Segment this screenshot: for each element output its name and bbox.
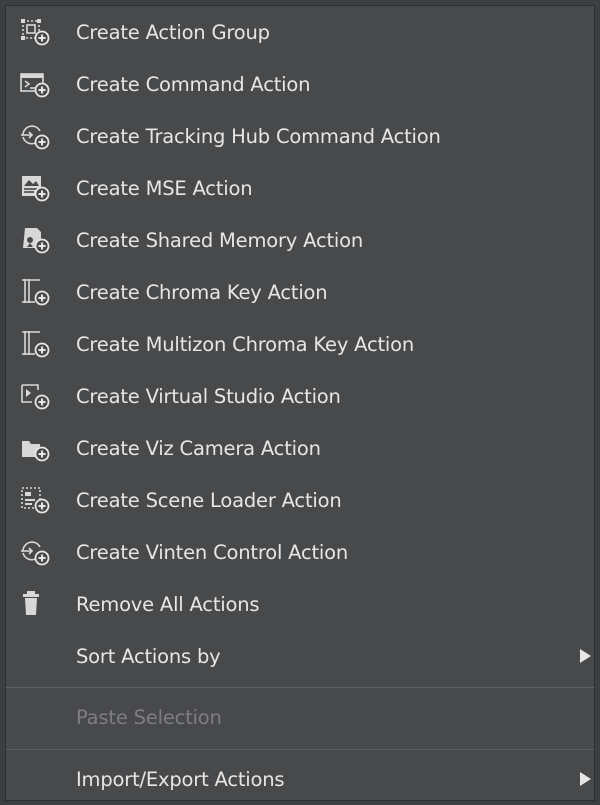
mse-action-icon bbox=[20, 174, 50, 202]
shared-memory-icon bbox=[20, 226, 50, 254]
create-chroma-key-action-item[interactable]: Create Chroma Key Action bbox=[6, 266, 594, 318]
create-action-group-item[interactable]: Create Action Group bbox=[6, 6, 594, 58]
create-multizon-chroma-key-action-item[interactable]: Create Multizon Chroma Key Action bbox=[6, 318, 594, 370]
create-shared-memory-action-item[interactable]: Create Shared Memory Action bbox=[6, 214, 594, 266]
chroma-key-icon bbox=[20, 278, 50, 306]
submenu-arrow-icon bbox=[580, 772, 591, 786]
multizon-chroma-key-icon bbox=[20, 330, 50, 358]
item-label: Create Action Group bbox=[76, 20, 270, 44]
create-command-action-item[interactable]: Create Command Action bbox=[6, 58, 594, 110]
create-vinten-control-action-item[interactable]: Create Vinten Control Action bbox=[6, 526, 594, 578]
import-export-actions-item[interactable]: Import/Export Actions bbox=[6, 753, 594, 805]
scene-loader-icon bbox=[20, 486, 50, 514]
create-viz-camera-action-item[interactable]: Create Viz Camera Action bbox=[6, 422, 594, 474]
trash-icon bbox=[20, 590, 50, 618]
remove-all-actions-item[interactable]: Remove All Actions bbox=[6, 578, 594, 630]
item-label: Paste Selection bbox=[76, 705, 222, 729]
create-scene-loader-action-item[interactable]: Create Scene Loader Action bbox=[6, 474, 594, 526]
item-label: Create Multizon Chroma Key Action bbox=[76, 332, 415, 356]
item-label: Create Viz Camera Action bbox=[76, 436, 321, 460]
create-tracking-hub-command-action-item[interactable]: Create Tracking Hub Command Action bbox=[6, 110, 594, 162]
item-label: Create Chroma Key Action bbox=[76, 280, 328, 304]
action-group-icon bbox=[20, 18, 50, 46]
item-label: Create Command Action bbox=[76, 72, 311, 96]
item-label: Create Scene Loader Action bbox=[76, 488, 342, 512]
sort-actions-by-item[interactable]: Sort Actions by bbox=[6, 630, 594, 682]
context-menu: Create Action Group Create Command Actio… bbox=[5, 5, 595, 801]
menu-separator bbox=[6, 749, 594, 750]
create-virtual-studio-action-item[interactable]: Create Virtual Studio Action bbox=[6, 370, 594, 422]
item-label: Create MSE Action bbox=[76, 176, 253, 200]
command-action-icon bbox=[20, 70, 50, 98]
item-label: Create Shared Memory Action bbox=[76, 228, 364, 252]
item-label: Remove All Actions bbox=[76, 592, 260, 616]
item-label: Create Tracking Hub Command Action bbox=[76, 124, 441, 148]
submenu-arrow-icon bbox=[580, 649, 591, 663]
paste-selection-item: Paste Selection bbox=[6, 691, 594, 743]
create-mse-action-item[interactable]: Create MSE Action bbox=[6, 162, 594, 214]
menu-separator bbox=[6, 687, 594, 688]
tracking-hub-icon bbox=[20, 122, 50, 150]
item-label: Import/Export Actions bbox=[76, 767, 285, 791]
item-label: Create Virtual Studio Action bbox=[76, 384, 341, 408]
item-label: Create Vinten Control Action bbox=[76, 540, 349, 564]
item-label: Sort Actions by bbox=[76, 644, 221, 668]
viz-camera-icon bbox=[20, 434, 50, 462]
vinten-control-icon bbox=[20, 538, 50, 566]
virtual-studio-icon bbox=[20, 382, 50, 410]
